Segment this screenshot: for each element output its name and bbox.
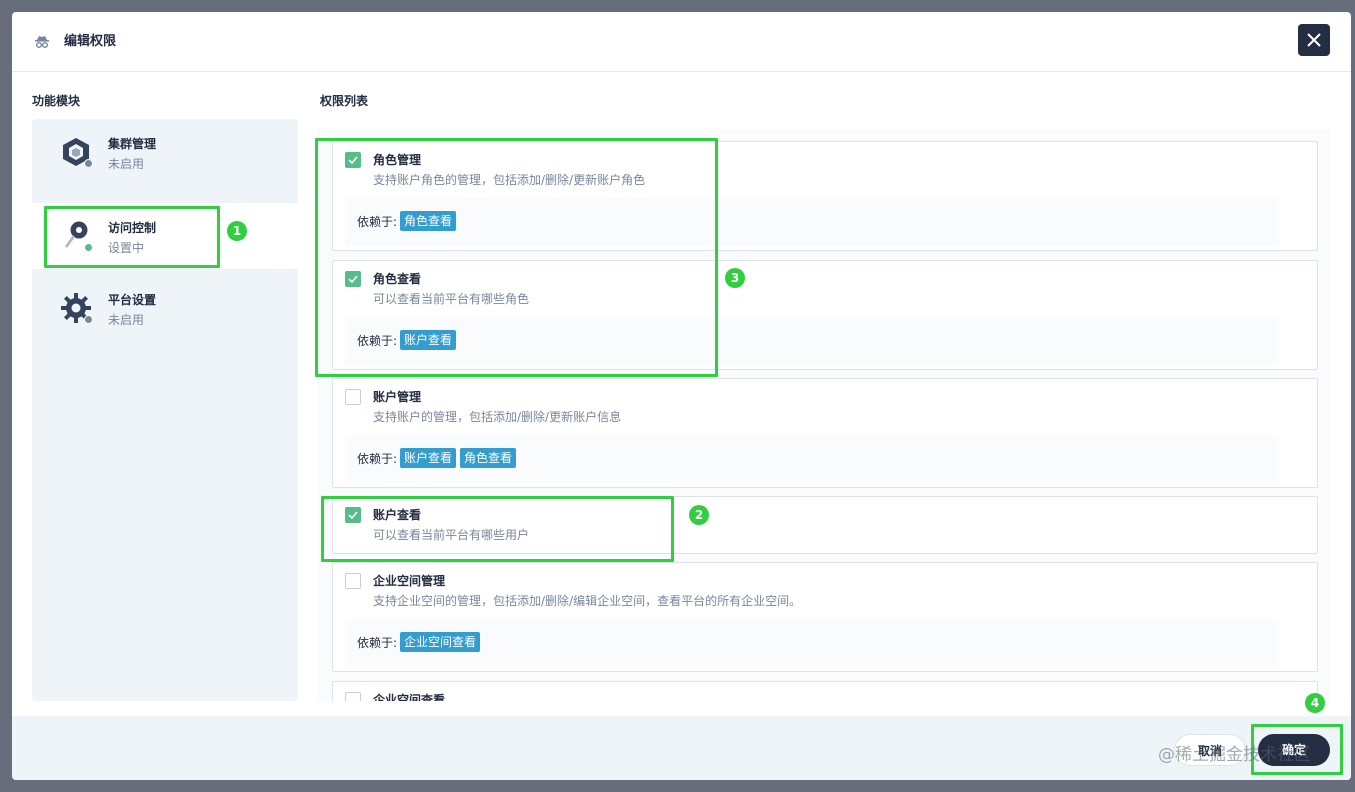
permission-item-account-management[interactable]: 账户管理 支持账户的管理，包括添加/删除/更新账户信息 依赖于: 账户查看 角色… xyxy=(332,378,1318,488)
dependency-label: 依赖于: xyxy=(357,452,398,466)
dependency-tag: 角色查看 xyxy=(460,448,517,468)
permission-description: 支持账户的管理，包括添加/删除/更新账户信息 xyxy=(373,410,622,424)
dependency-box: 依赖于: 企业空间查看 xyxy=(345,619,1279,667)
permission-checkbox[interactable] xyxy=(345,389,361,405)
module-status: 未启用 xyxy=(108,157,145,171)
annotation-highlight-3 xyxy=(315,138,718,377)
module-status-dot xyxy=(84,159,93,168)
permission-item-workspace-management[interactable]: 企业空间管理 支持企业空间的管理，包括添加/删除/编辑企业空间，查看平台的所有企… xyxy=(332,562,1318,672)
permission-item-workspace-view[interactable]: 企业空间查看 xyxy=(332,681,1318,701)
module-status: 未启用 xyxy=(108,313,145,327)
modules-section-label: 功能模块 xyxy=(32,94,81,108)
annotation-badge-2: 2 xyxy=(689,505,709,525)
permission-name: 企业空间查看 xyxy=(373,693,446,701)
module-title: 集群管理 xyxy=(108,137,157,151)
edit-permissions-dialog: 编辑权限 功能模块 权限列表 集群管理 未启用 访问控制 设置中 平台设置 未启… xyxy=(12,12,1351,780)
dialog-title: 编辑权限 xyxy=(64,34,117,49)
watermark: @稀土掘金技术社区 xyxy=(1158,745,1311,765)
annotation-badge-1: 1 xyxy=(227,221,247,241)
dependency-tag: 账户查看 xyxy=(400,448,457,468)
permission-checkbox[interactable] xyxy=(345,573,361,589)
permissions-section-label: 权限列表 xyxy=(320,94,369,108)
spy-hat-icon xyxy=(35,36,49,48)
dialog-header: 编辑权限 xyxy=(12,12,1351,72)
permission-description: 支持企业空间的管理，包括添加/删除/编辑企业空间，查看平台的所有企业空间。 xyxy=(373,594,802,608)
permission-checkbox[interactable] xyxy=(345,692,361,701)
module-status-dot xyxy=(84,315,93,324)
module-item-platform-settings[interactable]: 平台设置 未启用 xyxy=(32,275,298,341)
module-item-cluster[interactable]: 集群管理 未启用 xyxy=(32,119,298,185)
dependency-label: 依赖于: xyxy=(357,636,398,650)
dialog-footer: 取消 确定 xyxy=(12,716,1351,780)
permission-name: 企业空间管理 xyxy=(373,574,446,588)
close-icon xyxy=(1307,33,1321,47)
close-button[interactable] xyxy=(1298,24,1330,56)
annotation-highlight-1 xyxy=(44,206,220,268)
permission-name: 账户管理 xyxy=(373,390,422,404)
annotation-highlight-2 xyxy=(321,496,674,562)
module-title: 平台设置 xyxy=(108,293,157,307)
dependency-tag: 企业空间查看 xyxy=(400,632,481,652)
annotation-badge-4: 4 xyxy=(1305,693,1325,713)
dependency-box: 依赖于: 账户查看 角色查看 xyxy=(345,435,1279,483)
annotation-badge-3: 3 xyxy=(725,268,745,288)
